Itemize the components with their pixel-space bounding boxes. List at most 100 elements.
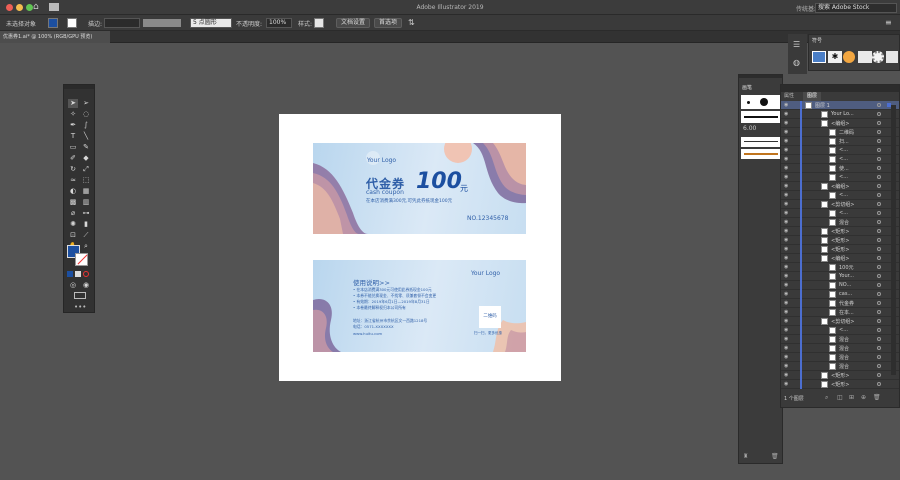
layer-target-icon[interactable]: [877, 364, 881, 368]
layer-row[interactable]: ◉ <矩形>: [781, 227, 899, 236]
layer-row[interactable]: ◉ Your Lo...: [781, 110, 899, 119]
type-tool-icon[interactable]: T: [68, 132, 78, 141]
symbol-swatch[interactable]: [872, 51, 884, 63]
gradient-tool-icon[interactable]: ▥: [81, 198, 91, 207]
visibility-eye-icon[interactable]: ◉: [784, 201, 788, 207]
layer-target-icon[interactable]: [877, 256, 881, 260]
layer-target-icon[interactable]: [877, 346, 881, 350]
layer-target-icon[interactable]: [877, 238, 881, 242]
layers-scrollbar[interactable]: [891, 105, 896, 375]
layer-row[interactable]: ◉ 使...: [781, 164, 899, 173]
visibility-eye-icon[interactable]: ◉: [784, 255, 788, 261]
layer-target-icon[interactable]: [877, 310, 881, 314]
visibility-eye-icon[interactable]: ◉: [784, 183, 788, 189]
layer-target-icon[interactable]: [877, 103, 881, 107]
layer-row[interactable]: ◉ cas...: [781, 290, 899, 299]
curvature-tool-icon[interactable]: ∫: [81, 121, 91, 130]
layer-target-icon[interactable]: [877, 373, 881, 377]
layer-target-icon[interactable]: [877, 184, 881, 188]
layer-row[interactable]: ◉ <编组>: [781, 254, 899, 263]
document-setup-button[interactable]: 文档设置: [336, 18, 370, 28]
visibility-eye-icon[interactable]: ◉: [784, 282, 788, 288]
layer-row[interactable]: ◉ 混合: [781, 353, 899, 362]
scale-tool-icon[interactable]: ⤢: [81, 165, 91, 174]
visibility-eye-icon[interactable]: ◉: [784, 120, 788, 126]
magic-wand-tool-icon[interactable]: ✧: [68, 110, 78, 119]
layer-target-icon[interactable]: [877, 139, 881, 143]
layer-row[interactable]: ◉ <剪切组>: [781, 200, 899, 209]
layer-row[interactable]: ◉ <...: [781, 326, 899, 335]
layer-target-icon[interactable]: [877, 247, 881, 251]
locate-object-icon[interactable]: ⌕: [825, 394, 828, 402]
fill-color-swatch[interactable]: [48, 18, 58, 28]
coupon-front[interactable]: Your Logo 代金券 100 元 cash coupon 在本店消费满30…: [313, 143, 526, 234]
artboard-tool-icon[interactable]: ⊡: [68, 231, 78, 240]
visibility-eye-icon[interactable]: ◉: [784, 102, 788, 108]
layer-target-icon[interactable]: [877, 319, 881, 323]
visibility-eye-icon[interactable]: ◉: [784, 264, 788, 270]
layer-row[interactable]: ◉ 混合: [781, 344, 899, 353]
layer-row[interactable]: ◉ 在本...: [781, 308, 899, 317]
symbol-swatch[interactable]: [858, 51, 872, 63]
gradient-mode-icon[interactable]: [75, 271, 81, 277]
opacity-input[interactable]: 100%: [266, 18, 292, 28]
column-graph-tool-icon[interactable]: ▮: [81, 220, 91, 229]
rectangle-tool-icon[interactable]: ▭: [68, 143, 78, 152]
stock-search-input[interactable]: 搜索 Adobe Stock: [815, 3, 897, 13]
stroke-color-swatch[interactable]: [67, 18, 77, 28]
layer-target-icon[interactable]: [877, 382, 881, 386]
brushes-panel-grip[interactable]: [739, 75, 782, 78]
paintbrush-tool-icon[interactable]: ✎: [81, 143, 91, 152]
screen-mode-icon[interactable]: [74, 292, 86, 299]
layer-row[interactable]: ◉ 混合: [781, 362, 899, 371]
visibility-eye-icon[interactable]: ◉: [784, 165, 788, 171]
layer-target-icon[interactable]: [877, 148, 881, 152]
delete-layer-icon[interactable]: 🗑: [873, 394, 881, 401]
visibility-eye-icon[interactable]: ◉: [784, 147, 788, 153]
visibility-eye-icon[interactable]: ◉: [784, 228, 788, 234]
layer-target-icon[interactable]: [877, 130, 881, 134]
visibility-eye-icon[interactable]: ◉: [784, 363, 788, 369]
layer-row[interactable]: ◉ <矩形>: [781, 380, 899, 389]
selection-tool-icon[interactable]: ➤: [68, 99, 78, 108]
visibility-eye-icon[interactable]: ◉: [784, 291, 788, 297]
make-clipping-mask-icon[interactable]: ◫: [837, 394, 843, 401]
symbol-swatch[interactable]: [843, 51, 855, 63]
visibility-eye-icon[interactable]: ◉: [784, 345, 788, 351]
mesh-tool-icon[interactable]: ▩: [68, 198, 78, 207]
variable-width-profile[interactable]: [143, 19, 181, 27]
layer-row[interactable]: ◉ <...: [781, 209, 899, 218]
layer-target-icon[interactable]: [877, 283, 881, 287]
eraser-tool-icon[interactable]: ◆: [81, 154, 91, 163]
layer-row[interactable]: ◉ <剪切组>: [781, 317, 899, 326]
layer-row[interactable]: ◉ 代金券: [781, 299, 899, 308]
layer-target-icon[interactable]: [877, 166, 881, 170]
slice-tool-icon[interactable]: ⟋: [81, 231, 91, 240]
visibility-eye-icon[interactable]: ◉: [784, 129, 788, 135]
brush-definition-select[interactable]: 5 点圆形: [190, 18, 232, 28]
blend-tool-icon[interactable]: ⊶: [81, 209, 91, 218]
visibility-eye-icon[interactable]: ◉: [784, 381, 788, 387]
visibility-eye-icon[interactable]: ◉: [784, 237, 788, 243]
graphic-style-swatch[interactable]: [314, 18, 324, 28]
line-tool-icon[interactable]: ╲: [81, 132, 91, 141]
delete-brush-icon[interactable]: 🗑: [771, 453, 779, 460]
symbol-swatch[interactable]: [886, 51, 898, 63]
visibility-eye-icon[interactable]: ◉: [784, 273, 788, 279]
lasso-tool-icon[interactable]: ◌: [81, 110, 91, 119]
brush-row[interactable]: [741, 95, 781, 109]
layer-target-icon[interactable]: [877, 193, 881, 197]
visibility-eye-icon[interactable]: ◉: [784, 336, 788, 342]
shaper-tool-icon[interactable]: ✐: [68, 154, 78, 163]
layer-row[interactable]: ◉ Your...: [781, 272, 899, 281]
visibility-eye-icon[interactable]: ◉: [784, 219, 788, 225]
brush-library-icon[interactable]: ♜: [743, 453, 748, 460]
symbol-sprayer-tool-icon[interactable]: ✺: [68, 220, 78, 229]
layer-row[interactable]: ◉ 混合: [781, 335, 899, 344]
width-tool-icon[interactable]: ≈: [68, 176, 78, 185]
brush-row[interactable]: [741, 137, 781, 147]
document-tab[interactable]: 优惠券1.ai* @ 100% (RGB/GPU 预览): [0, 31, 110, 43]
layer-target-icon[interactable]: [877, 292, 881, 296]
layer-target-icon[interactable]: [877, 202, 881, 206]
new-layer-icon[interactable]: ⊕: [861, 394, 866, 401]
